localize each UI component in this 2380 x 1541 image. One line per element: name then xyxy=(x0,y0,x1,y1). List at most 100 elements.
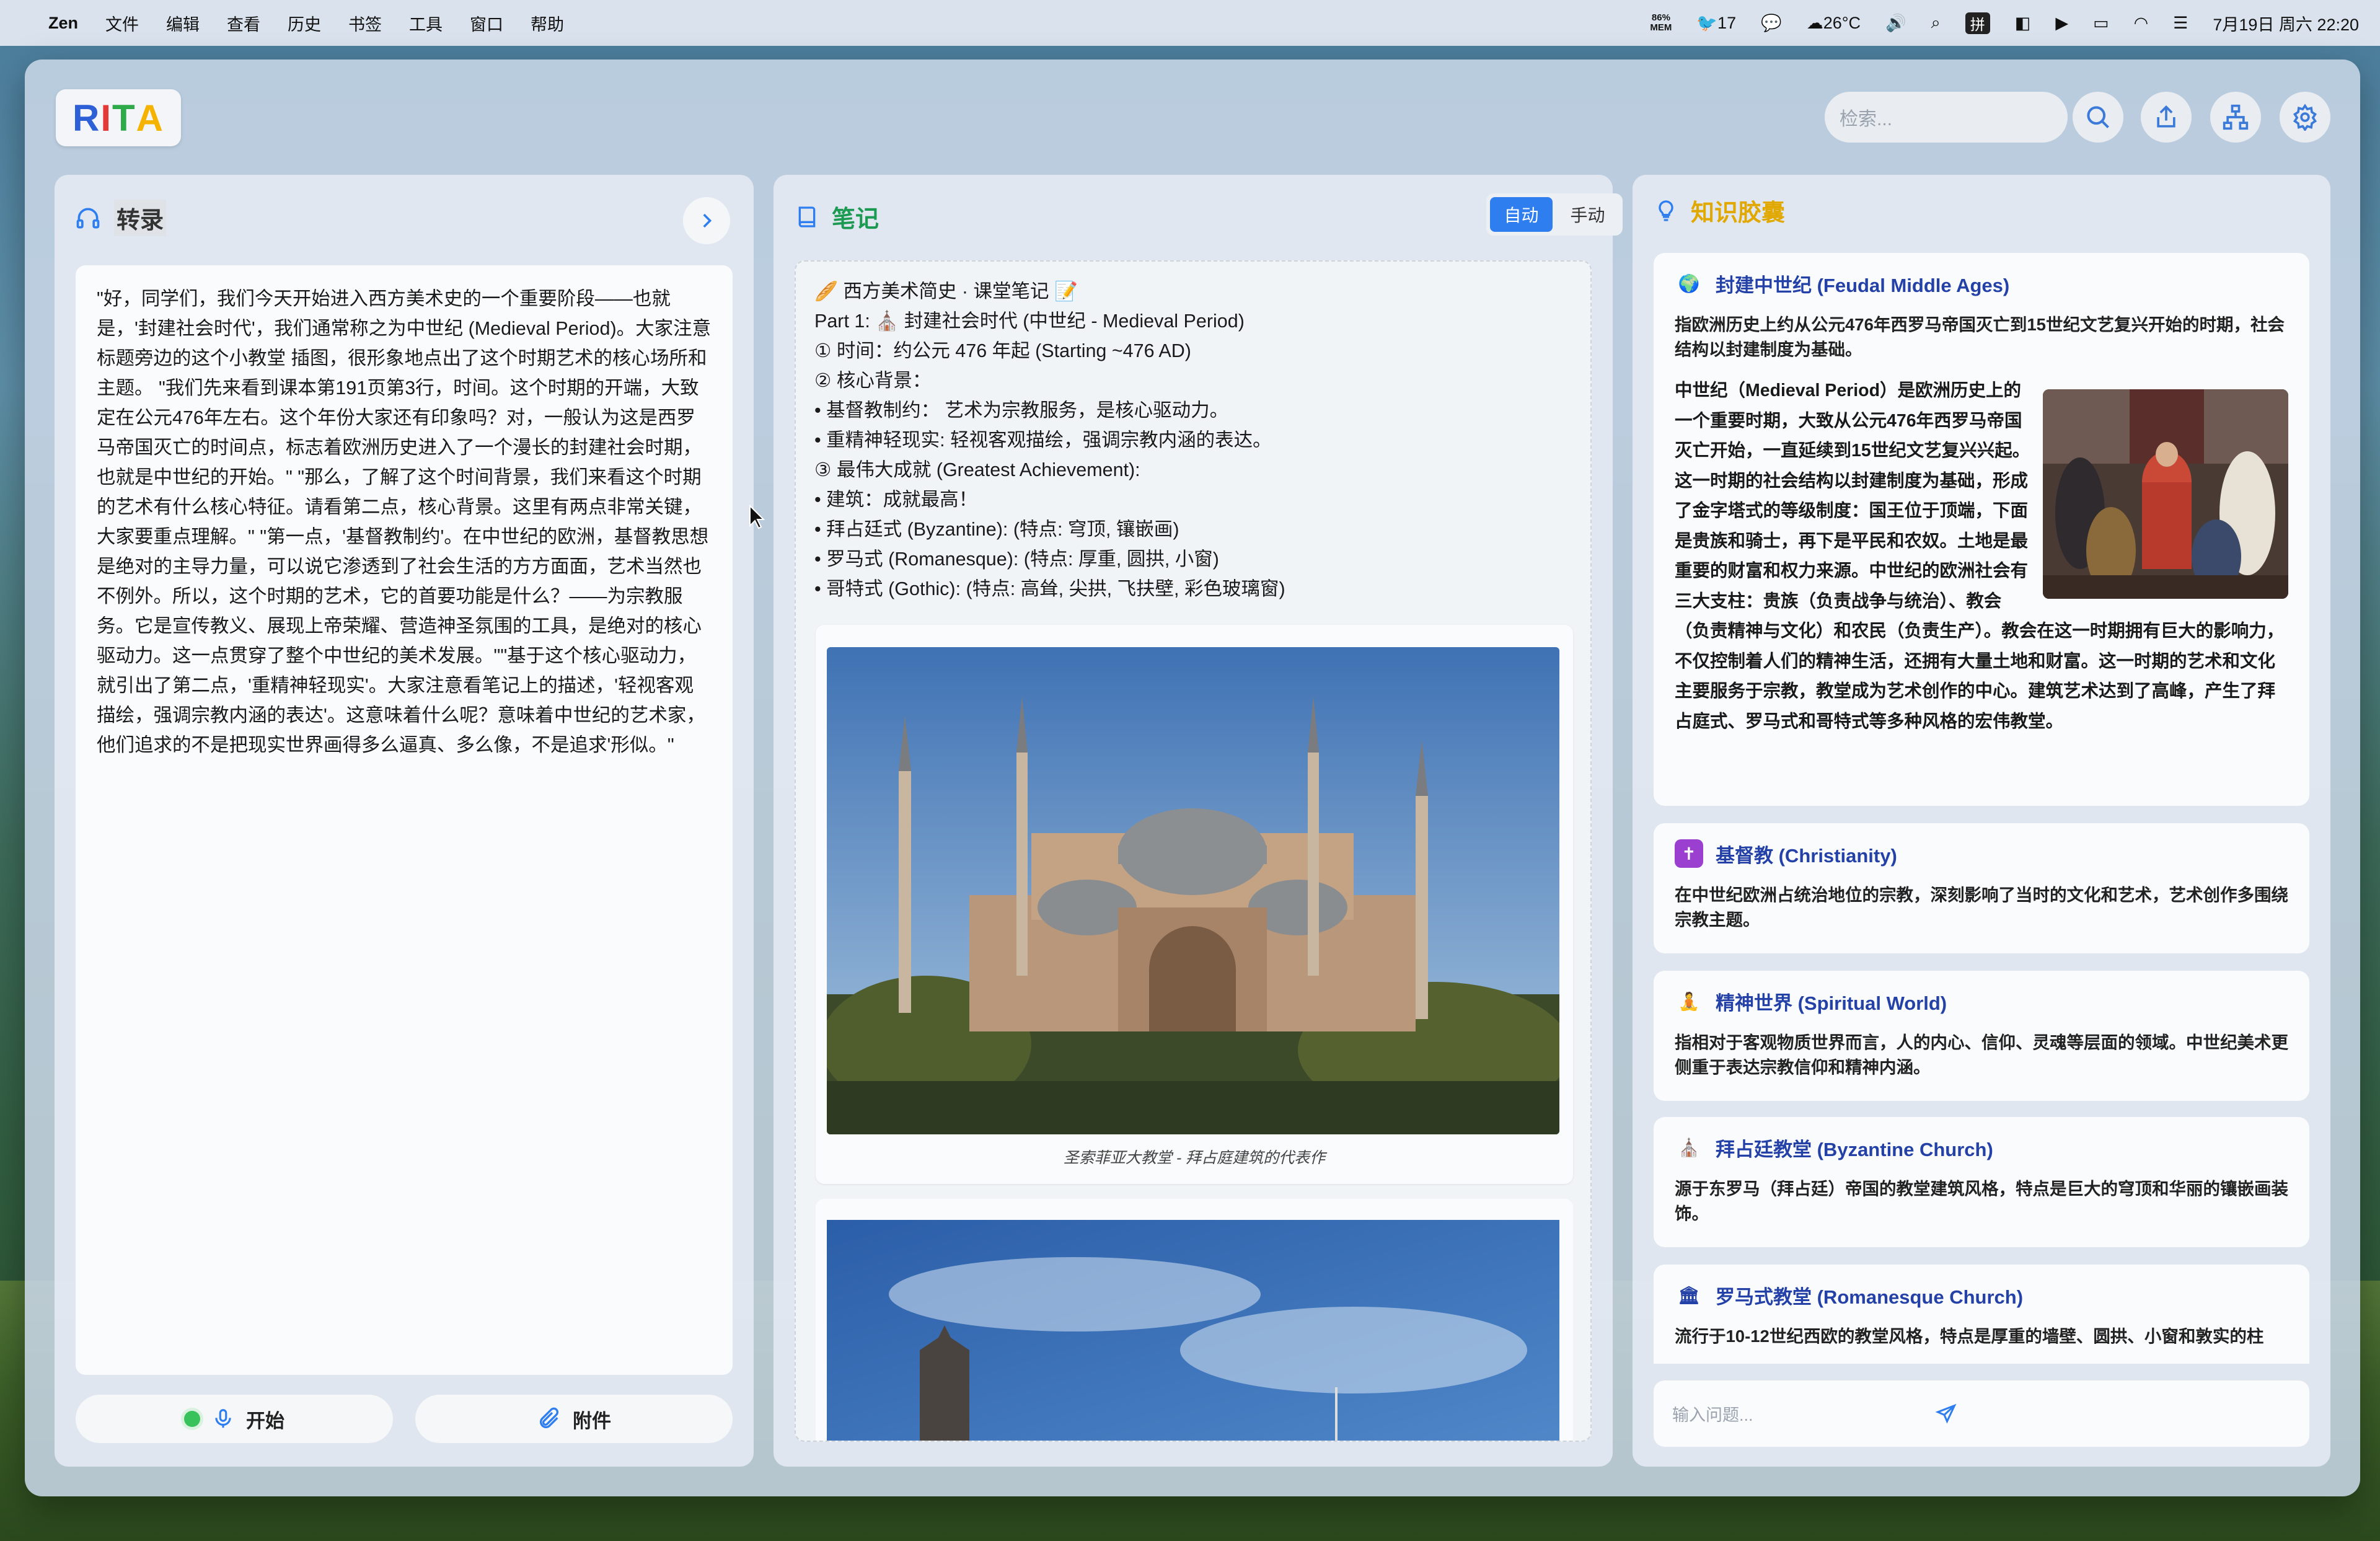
image-caption: 圣索菲亚大教堂 - 拜占庭建筑的代表作 xyxy=(1063,1149,1326,1167)
logo-letter-t: T xyxy=(112,97,136,139)
knowledge-card-summary: 在中世纪欧洲占统治地位的宗教，深刻影响了当时的文化和艺术，艺术创作多围绕宗教主题… xyxy=(1675,885,2288,929)
knowledge-card-summary: 指相对于客观物质世界而言，人的内心、信仰、灵魂等层面的领域。中世纪美术更侧重于表… xyxy=(1675,1033,2288,1077)
menu-edit[interactable]: 编辑 xyxy=(166,11,200,35)
notes-header: 笔记 xyxy=(795,200,879,234)
volume-icon[interactable]: 🔊 xyxy=(1885,13,1906,33)
mode-auto-button[interactable]: 自动 xyxy=(1490,197,1553,232)
bird-icon: 🐦 xyxy=(1696,14,1718,32)
notes-achievement-line: ③ 最伟大成就 (Greatest Achievement): xyxy=(814,459,1140,480)
settings-button[interactable] xyxy=(2280,92,2330,143)
app-window: RITA 检索... 转录 "好，同学们，我们今天开始进入西方美术史的一个重要阶… xyxy=(25,60,2360,1496)
mouse-cursor xyxy=(749,505,765,529)
cloud-icon: ☁ xyxy=(1806,13,1823,32)
knowledge-card-title: 拜占廷教堂 (Byzantine Church) xyxy=(1716,1138,1993,1160)
notes-part-line: Part 1: ⛪ 封建社会时代 (中世纪 - Medieval Period) xyxy=(814,311,1245,332)
knowledge-title: 知识胶囊 xyxy=(1691,200,1786,226)
meditation-icon: 🧘 xyxy=(1678,991,1700,1011)
knowledge-card-summary: 源于东罗马（拜占廷）帝国的教堂建筑风格，特点是巨大的穹顶和华丽的镶嵌画装饰。 xyxy=(1675,1179,2288,1223)
logo-letter-r: R xyxy=(72,97,101,139)
notes-bullet: • 重精神轻现实: 轻视客观描绘，强调宗教内涵的表达。 xyxy=(814,430,1272,451)
transcript-text: "好，同学们，我们今天开始进入西方美术史的一个重要阶段——也就是，'封建社会时代… xyxy=(97,288,712,756)
input-method[interactable]: 拼 xyxy=(1965,12,1990,34)
transcript-title: 转录 xyxy=(114,200,167,236)
menu-history[interactable]: 历史 xyxy=(288,11,321,35)
headphones-icon xyxy=(76,208,100,228)
spotlight-search-icon[interactable]: ⌕ xyxy=(1931,13,1941,33)
recording-status-dot xyxy=(184,1411,200,1427)
wechat-icon[interactable]: 💬 xyxy=(1761,13,1782,33)
start-label: 开始 xyxy=(246,1410,284,1432)
search-button[interactable] xyxy=(2073,92,2123,143)
menu-view[interactable]: 查看 xyxy=(227,11,260,35)
menu-help[interactable]: 帮助 xyxy=(531,11,564,35)
knowledge-card-detail: 中世纪（Medieval Period）是欧洲历史上的一个重要时期，大致从公元4… xyxy=(1675,376,2288,736)
rita-logo: RITA xyxy=(56,89,181,146)
play-icon[interactable]: ▶ xyxy=(2055,14,2068,33)
note-image-card xyxy=(816,1199,1573,1442)
menu-tools[interactable]: 工具 xyxy=(409,11,443,35)
medieval-painting-image[interactable] xyxy=(2043,389,2288,599)
knowledge-card[interactable]: ⛪ 拜占廷教堂 (Byzantine Church) 源于东罗马（拜占廷）帝国的… xyxy=(1654,1117,2309,1247)
hierarchy-icon xyxy=(2223,104,2249,130)
wifi-icon[interactable]: ◠ xyxy=(2134,14,2149,33)
globe-icon: 🌍 xyxy=(1678,273,1700,293)
macos-menubar: Zen 文件 编辑 查看 历史 书签 工具 窗口 帮助 86% MEM 🐦17 💬… xyxy=(0,0,2380,46)
menu-bookmarks[interactable]: 书签 xyxy=(348,11,382,35)
notes-body: 🥖 西方美术简史 · 课堂笔记 📝 Part 1: ⛪ 封建社会时代 (中世纪 … xyxy=(796,262,1590,604)
cross-icon: ✝ xyxy=(1675,839,1703,868)
notes-time-line: ① 时间：约公元 476 年起 (Starting ~476 AD) xyxy=(814,340,1191,361)
knowledge-card-title: 封建中世纪 (Feudal Middle Ages) xyxy=(1716,274,2010,296)
attachment-button[interactable]: 附件 xyxy=(415,1395,733,1443)
menu-file[interactable]: 文件 xyxy=(105,11,139,35)
share-button[interactable] xyxy=(2141,92,2192,143)
notes-bullet: • 拜占廷式 (Byzantine): (特点: 穹顶, 镶嵌画) xyxy=(814,519,1179,540)
search-input[interactable]: 检索... xyxy=(1825,92,2068,143)
knowledge-card-title: 罗马式教堂 (Romanesque Church) xyxy=(1716,1286,2024,1308)
notes-title-line: 🥖 西方美术简史 · 课堂笔记 📝 xyxy=(814,281,1078,302)
search-placeholder: 检索... xyxy=(1840,109,1893,130)
menubar-clock[interactable]: 7月19日 周六 22:20 xyxy=(2213,11,2359,35)
knowledge-card[interactable]: 🧘 精神世界 (Spiritual World) 指相对于客观物质世界而言，人的… xyxy=(1654,971,2309,1101)
notification-status[interactable]: 🐦17 xyxy=(1696,13,1736,33)
classical-building-icon: 🏛 xyxy=(1678,1285,1700,1305)
menu-window[interactable]: 窗口 xyxy=(470,11,503,35)
knowledge-card[interactable]: 🏛 罗马式教堂 (Romanesque Church) 流行于10-12世纪西欧… xyxy=(1654,1265,2309,1364)
menu-app-name[interactable]: Zen xyxy=(48,14,78,33)
share-icon xyxy=(2157,105,2175,128)
knowledge-panel: 知识胶囊 🌍 封建中世纪 (Feudal Middle Ages) 指欧洲历史上… xyxy=(1633,175,2330,1467)
notes-bullet: • 建筑：成就最高！ xyxy=(814,489,978,510)
notes-background-line: ② 核心背景： xyxy=(814,370,932,391)
book-icon xyxy=(798,206,816,227)
battery-icon[interactable]: ▭ xyxy=(2093,14,2109,33)
notes-bullet: • 基督教制约： 艺术为宗教服务，是核心驱动力。 xyxy=(814,400,1229,421)
control-center-icon[interactable]: ☰ xyxy=(2173,14,2188,33)
knowledge-header: 知识胶囊 xyxy=(1654,193,1785,227)
knowledge-card-title: 基督教 (Christianity) xyxy=(1716,844,1897,867)
transcript-panel: 转录 "好，同学们，我们今天开始进入西方美术史的一个重要阶段——也就是，'封建社… xyxy=(55,175,754,1467)
notes-panel: 笔记 自动 手动 🥖 西方美术简史 · 课堂笔记 📝 Part 1: ⛪ 封建社… xyxy=(774,175,1623,1467)
chevron-right-icon xyxy=(703,213,712,228)
knowledge-card[interactable]: 🌍 封建中世纪 (Feudal Middle Ages) 指欧洲历史上约从公元4… xyxy=(1654,253,2309,806)
weather-status[interactable]: ☁26°C xyxy=(1807,14,1861,33)
notes-bullet: • 罗马式 (Romanesque): (特点: 厚重, 圆拱, 小窗) xyxy=(814,549,1219,570)
send-icon[interactable] xyxy=(1935,1403,1957,1425)
start-recording-button[interactable]: 开始 xyxy=(76,1395,393,1443)
knowledge-card[interactable]: ✝ 基督教 (Christianity) 在中世纪欧洲占统治地位的宗教，深刻影响… xyxy=(1654,823,2309,953)
search-icon xyxy=(2087,106,2109,128)
paperclip-icon xyxy=(540,1407,558,1428)
knowledge-card-summary: 流行于10-12世纪西欧的教堂风格，特点是厚重的墙壁、圆拱、小窗和敦实的柱 xyxy=(1675,1327,2264,1346)
notes-content: 🥖 西方美术简史 · 课堂笔记 📝 Part 1: ⛪ 封建社会时代 (中世纪 … xyxy=(795,260,1592,1442)
notes-title: 笔记 xyxy=(832,206,879,232)
stage-manager-icon[interactable]: ◧ xyxy=(2015,14,2031,33)
ask-question-input[interactable]: 输入问题... xyxy=(1672,1402,1920,1426)
collapse-transcript-button[interactable] xyxy=(683,197,730,244)
mindmap-button[interactable] xyxy=(2210,92,2261,143)
notes-mode-toggle: 自动 手动 xyxy=(1486,193,1623,236)
memory-status[interactable]: 86% MEM xyxy=(1650,13,1672,33)
hagia-sophia-photo[interactable] xyxy=(827,647,1559,1134)
knowledge-card-summary: 指欧洲历史上约从公元476年西罗马帝国灭亡到15世纪文艺复兴开始的时期，社会结构… xyxy=(1675,315,2285,359)
gothic-church-photo[interactable] xyxy=(827,1220,1559,1442)
mode-manual-button[interactable]: 手动 xyxy=(1556,197,1619,232)
ask-question-bar: 输入问题... xyxy=(1654,1380,2309,1447)
gear-icon xyxy=(2293,104,2317,131)
